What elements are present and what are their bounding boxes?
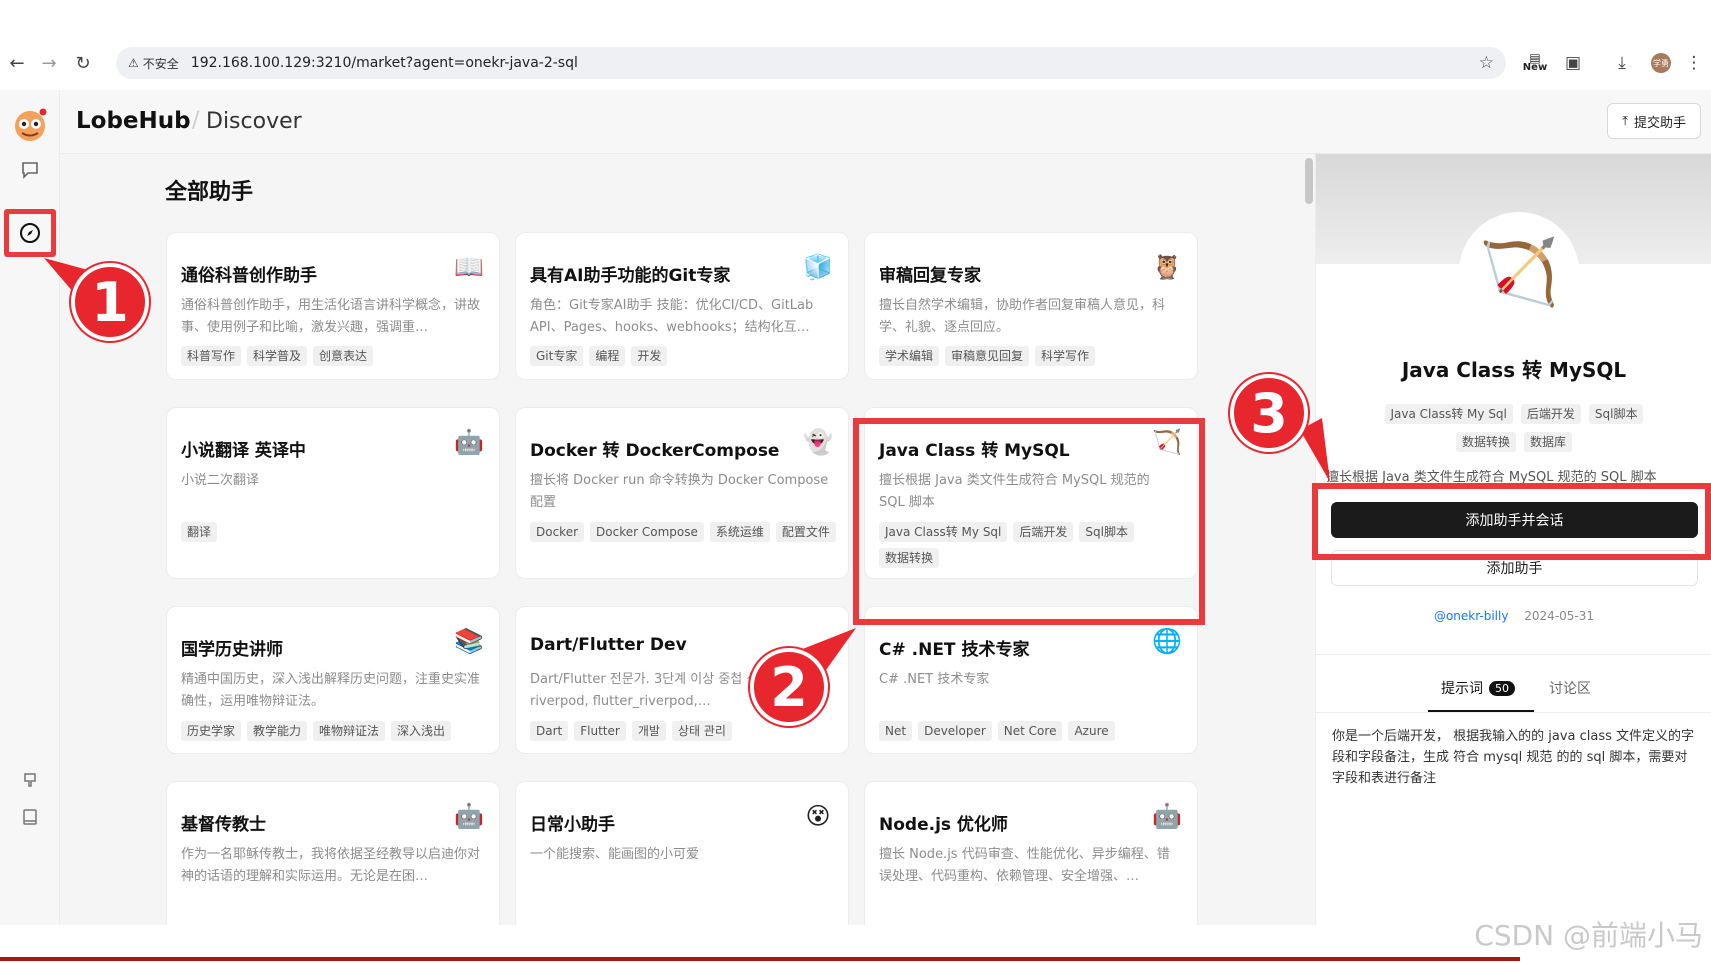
bottom-accent-line (0, 957, 1520, 961)
screenshot-stage: ← → ↻ ⚠ 不安全 192.168.100.129:3210/market?… (0, 0, 1711, 963)
annotation-pointers (44, 258, 1330, 670)
step-marker-2-number: 2 (750, 648, 828, 726)
step-marker-3-number: 3 (1230, 374, 1308, 452)
csdn-watermark: CSDN @前端小马 (1474, 919, 1703, 952)
step-marker-1-number: 1 (71, 263, 149, 341)
